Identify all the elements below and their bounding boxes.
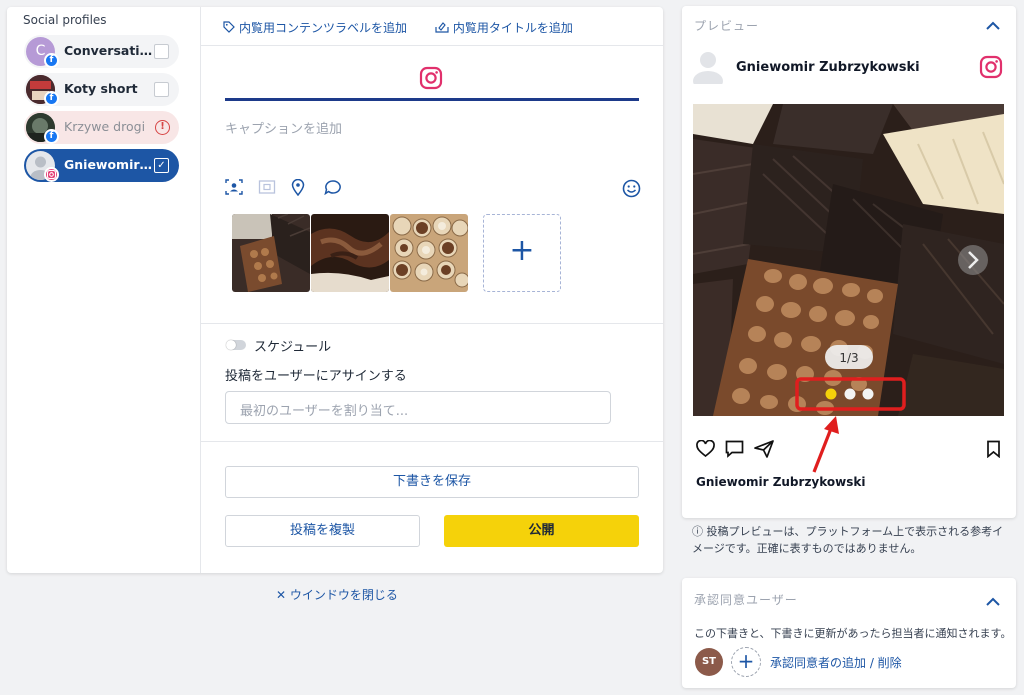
post-editor: 内覧用コンテンツラベルを追加 内覧用タイトルを追加 キャプションを追加 + スケ… [201,7,663,573]
info-icon: ⓘ [692,525,703,538]
schedule-label: スケジュール [254,340,332,355]
carousel-dot-active [825,388,837,400]
instagram-tab[interactable] [419,66,443,94]
location-pin-icon[interactable] [291,178,305,200]
emoji-icon[interactable] [622,179,641,202]
facebook-icon: f [44,91,59,106]
profile-koty-short[interactable]: f Koty short [24,73,179,106]
media-thumbnail[interactable] [232,214,310,292]
add-internal-title-link[interactable]: 内覧用タイトルを追加 [435,21,573,35]
add-content-label-link[interactable]: 内覧用コンテンツラベルを追加 [223,21,411,35]
divider [201,441,663,442]
add-approver-button[interactable]: + [731,647,761,677]
media-thumbnail[interactable] [390,214,468,292]
collapse-chevron-icon[interactable] [986,594,1000,610]
preview-username: Gniewomir Zubrzykowski [696,475,866,489]
divider [201,323,663,324]
tag-people-icon[interactable] [225,179,243,199]
annotation-arrow-icon [812,416,839,473]
share-send-icon[interactable] [754,440,774,462]
instagram-icon [44,167,59,182]
carousel-dot [844,388,856,400]
duplicate-post-button[interactable]: 投稿を複製 [225,515,420,547]
add-media-button[interactable]: + [483,214,561,292]
assign-label: 投稿をユーザーにアサインする [225,369,407,384]
comment-icon[interactable] [725,440,744,462]
profile-conversation[interactable]: C f Conversation ... [24,35,179,68]
comment-icon[interactable] [324,179,342,199]
next-slide-icon[interactable] [958,245,988,275]
profile-checkbox[interactable] [154,44,169,59]
close-window-link[interactable]: ✕ ウインドウを閉じる [276,586,398,603]
close-icon: ✕ [276,588,287,602]
title-icon [435,22,449,33]
preview-avatar [691,48,725,91]
assign-user-input[interactable]: 最初のユーザーを割り当て... [225,391,611,424]
schedule-toggle[interactable] [226,340,246,350]
approvers-card: 承認同意ユーザー この下書きと、下書きに更新があったら担当者に通知されます。 S… [682,578,1016,688]
like-heart-icon[interactable] [696,439,715,462]
media-frame-icon[interactable] [258,179,276,199]
preview-author: Gniewomir Zubrzykowski [736,60,920,75]
error-icon: ! [155,120,170,135]
profile-gniewomir[interactable]: Gniewomir Zu... ✓ [24,149,179,182]
approver-avatar: ST [695,648,723,676]
divider [201,45,663,46]
tag-icon [223,21,235,33]
profile-name: Gniewomir Zu... [64,157,156,172]
publish-button[interactable]: 公開 [444,515,639,547]
bookmark-icon[interactable] [986,440,1001,462]
save-draft-button[interactable]: 下書きを保存 [225,466,639,498]
media-thumbnail[interactable] [311,214,389,292]
profile-checkbox[interactable]: ✓ [154,158,169,173]
profile-name: Conversation ... [64,43,156,58]
facebook-icon: f [44,53,59,68]
sidebar-title: Social profiles [23,13,107,27]
slide-counter: 1/3 [839,351,858,365]
preview-image-carousel[interactable]: 1/3 [693,104,1004,416]
preview-disclaimer: ⓘ 投稿プレビューは、プラットフォーム上で表示される参考イメージです。正確に表す… [692,525,1004,555]
profile-name: Koty short [64,81,138,96]
manage-approvers-link[interactable]: 承認同意者の追加 / 削除 [770,654,902,671]
carousel-dot [862,388,874,400]
profile-name: Krzywe drogi [64,119,146,134]
collapse-chevron-icon[interactable] [986,18,1000,34]
instagram-icon [979,55,1003,83]
approvers-description: この下書きと、下書きに更新があったら担当者に通知されます。 [694,627,1012,640]
profile-checkbox[interactable] [154,82,169,97]
instagram-icon [419,66,443,90]
facebook-icon: f [44,129,59,144]
caption-input[interactable]: キャプションを追加 [225,118,342,137]
post-editor-card: Social profiles C f Conversation ... f K… [7,7,663,573]
preview-title: プレビュー [694,19,760,33]
profile-krzywe-drogi[interactable]: f Krzywe drogi ! [24,111,179,144]
active-tab-indicator [225,98,639,101]
social-profiles-sidebar: Social profiles C f Conversation ... f K… [7,7,201,573]
preview-card: プレビュー Gniewomir Zubrzykowski 1/3 Gniewom… [682,6,1016,518]
approvers-title: 承認同意ユーザー [694,593,798,607]
editor-top-links: 内覧用コンテンツラベルを追加 内覧用タイトルを追加 [223,19,597,36]
